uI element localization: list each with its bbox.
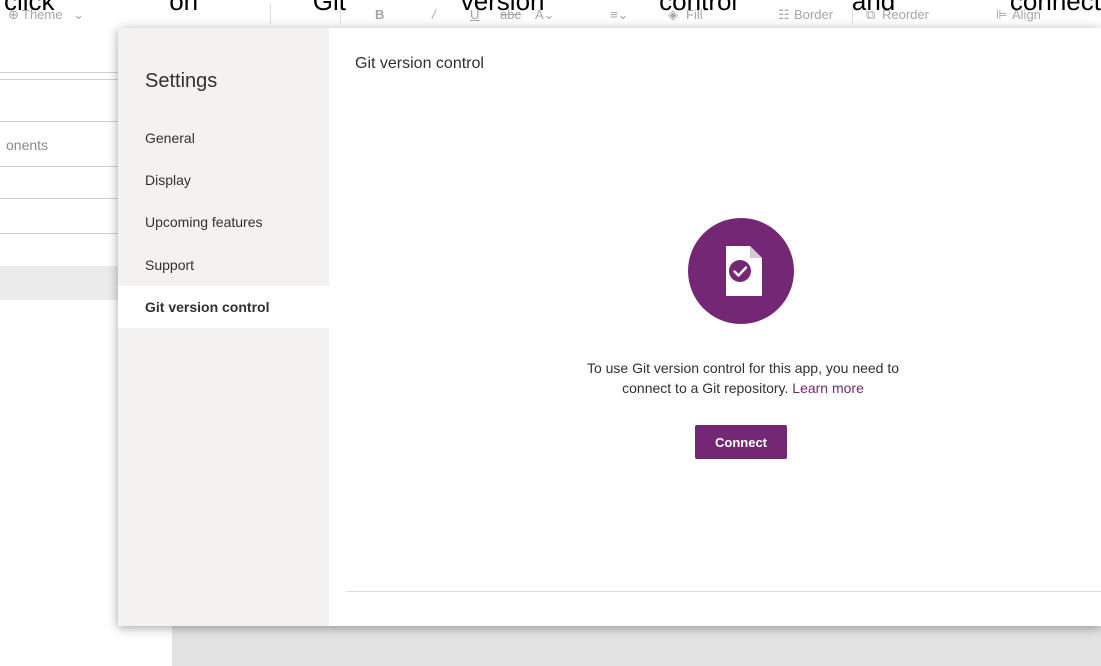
divider	[0, 198, 118, 199]
panel-title: Git version control	[355, 55, 484, 72]
divider	[0, 166, 118, 167]
nav-item-upcoming-features[interactable]: Upcoming features	[118, 201, 329, 243]
caption-word: on	[169, 0, 199, 16]
settings-title: Settings	[145, 70, 218, 92]
settings-dialog: Settings General Display Upcoming featur…	[118, 28, 1101, 626]
connect-button[interactable]: Connect	[695, 425, 787, 459]
git-document-icon	[688, 218, 794, 324]
message-line-1: To use Git version control for this app,…	[586, 360, 900, 376]
divider	[0, 121, 118, 122]
divider	[0, 79, 118, 80]
footer-divider	[346, 591, 1101, 592]
nav-item-git-version-control[interactable]: Git version control	[118, 286, 329, 328]
caption-word: click	[4, 0, 55, 16]
left-pane: onents	[0, 28, 118, 666]
status-strip	[172, 626, 1101, 666]
tree-item-selected[interactable]	[0, 266, 118, 300]
nav-item-display[interactable]: Display	[118, 159, 329, 201]
git-panel: Git version control To use Git version c…	[329, 28, 1101, 626]
learn-more-link[interactable]: Learn more	[792, 380, 864, 396]
document-caption: click on Git version control and connect	[0, 0, 1101, 16]
divider	[0, 233, 118, 234]
message-line-2: connect to a Git repository.	[622, 380, 789, 396]
file-check-icon	[726, 246, 762, 296]
caption-word: Git	[312, 0, 347, 16]
components-tab-label[interactable]: onents	[6, 137, 48, 153]
git-connect-message: To use Git version control for this app,…	[483, 358, 1003, 398]
nav-item-support[interactable]: Support	[118, 244, 329, 286]
caption-word: connect	[1009, 0, 1101, 16]
caption-word: control	[659, 0, 738, 16]
caption-word: and	[851, 0, 896, 16]
divider	[0, 72, 118, 73]
nav-item-general[interactable]: General	[118, 117, 329, 159]
caption-word: version	[460, 0, 545, 16]
settings-nav: Settings General Display Upcoming featur…	[118, 28, 329, 626]
